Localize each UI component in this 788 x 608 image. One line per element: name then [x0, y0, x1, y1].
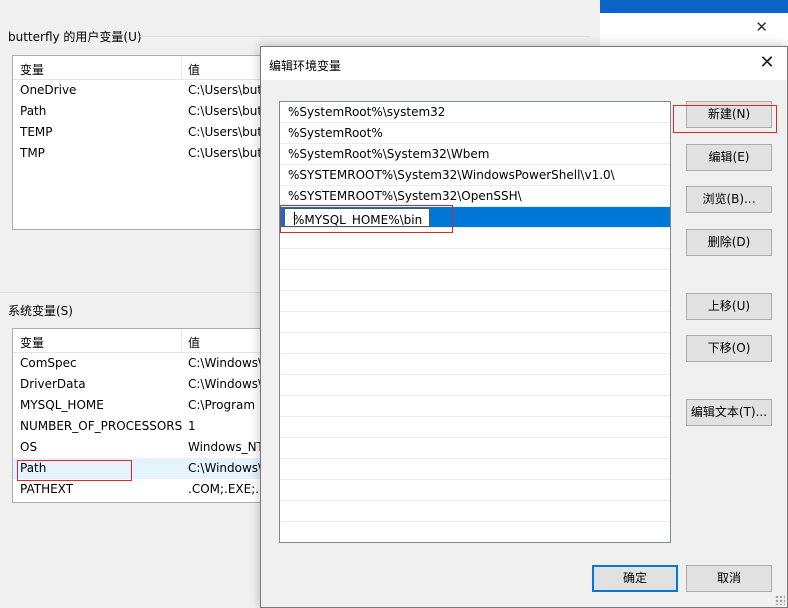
var-value: C:\Users\but: [188, 83, 263, 97]
var-value: C:\Users\but: [188, 104, 263, 118]
empty-row: [280, 249, 670, 270]
user-vars-group-title: butterfly 的用户变量(U): [8, 28, 146, 45]
var-name: OS: [20, 440, 38, 454]
ok-button[interactable]: 确定: [592, 565, 678, 592]
var-value: C:\Windows\: [188, 461, 263, 475]
delete-button[interactable]: 删除(D): [686, 229, 772, 256]
var-value: C:\Users\but: [188, 125, 263, 139]
new-entry-highlight-annotation: [280, 205, 453, 233]
resize-grip-icon[interactable]: [775, 595, 785, 605]
column-separator[interactable]: [181, 56, 182, 80]
path-entry-text: %SystemRoot%\System32\Wbem: [288, 147, 490, 161]
column-header-value[interactable]: 值: [188, 61, 200, 78]
var-value: Windows_NT: [188, 440, 264, 454]
column-header-variable[interactable]: 变量: [20, 334, 44, 351]
empty-row: [280, 291, 670, 312]
empty-row: [280, 417, 670, 438]
empty-row: [280, 501, 670, 522]
cancel-button[interactable]: 取消: [686, 565, 772, 592]
var-name: Path: [20, 104, 47, 118]
path-entry[interactable]: %SystemRoot%\System32\Wbem: [280, 144, 670, 165]
user-vars-group-line: [140, 36, 590, 37]
var-value: 1: [188, 419, 196, 433]
path-entry-text: %SYSTEMROOT%\System32\WindowsPowerShell\…: [288, 168, 615, 182]
var-name: NUMBER_OF_PROCESSORS: [20, 419, 183, 433]
path-entry[interactable]: %SystemRoot%: [280, 123, 670, 144]
path-entry[interactable]: %SYSTEMROOT%\System32\OpenSSH\: [280, 186, 670, 207]
path-entries-list[interactable]: %SystemRoot%\system32 %SystemRoot% %Syst…: [279, 101, 671, 543]
var-value: C:\Windows\: [188, 377, 263, 391]
var-name: MYSQL_HOME: [20, 398, 104, 412]
edit-button[interactable]: 编辑(E): [686, 144, 772, 171]
empty-row: [280, 375, 670, 396]
var-value: C:\Program: [188, 398, 256, 412]
move-up-button[interactable]: 上移(U): [686, 293, 772, 320]
empty-row: [280, 354, 670, 375]
column-header-value[interactable]: 值: [188, 334, 200, 351]
browse-button[interactable]: 浏览(B)...: [686, 186, 772, 213]
var-value: C:\Users\but: [188, 146, 263, 160]
empty-row: [280, 438, 670, 459]
var-name: ComSpec: [20, 356, 77, 370]
move-down-button[interactable]: 下移(O): [686, 335, 772, 362]
path-entry-text: %SYSTEMROOT%\System32\OpenSSH\: [288, 189, 522, 203]
new-button-highlight-annotation: [673, 105, 777, 133]
path-entry-text: %SystemRoot%\system32: [288, 105, 446, 119]
var-value: .COM;.EXE;.E: [188, 482, 267, 496]
path-row-highlight-annotation: [17, 460, 132, 481]
empty-row: [280, 396, 670, 417]
var-name: OneDrive: [20, 83, 77, 97]
empty-row: [280, 312, 670, 333]
system-vars-group-title: 系统变量(S): [8, 302, 77, 319]
dialog-titlebar[interactable]: 编辑环境变量 ✕: [261, 47, 787, 80]
dialog-title: 编辑环境变量: [269, 59, 342, 73]
edit-text-button[interactable]: 编辑文本(T)...: [686, 399, 772, 426]
var-name: DriverData: [20, 377, 86, 391]
empty-row: [280, 270, 670, 291]
empty-row: [280, 333, 670, 354]
empty-row: [280, 522, 670, 542]
empty-row: [280, 459, 670, 480]
dialog-close-icon[interactable]: ✕: [755, 52, 779, 76]
path-entry[interactable]: %SystemRoot%\system32: [280, 102, 670, 123]
var-value: C:\Windows\: [188, 356, 263, 370]
var-name: PATHEXT: [20, 482, 74, 496]
var-name: TMP: [20, 146, 45, 160]
empty-row: [280, 480, 670, 501]
path-entry[interactable]: %SYSTEMROOT%\System32\WindowsPowerShell\…: [280, 165, 670, 186]
var-name: TEMP: [20, 125, 53, 139]
path-entry-text: %SystemRoot%: [288, 126, 383, 140]
background-close-icon[interactable]: ✕: [755, 18, 768, 36]
background-titlebar-accent: [600, 0, 788, 13]
column-header-variable[interactable]: 变量: [20, 61, 44, 78]
column-separator[interactable]: [181, 329, 182, 353]
